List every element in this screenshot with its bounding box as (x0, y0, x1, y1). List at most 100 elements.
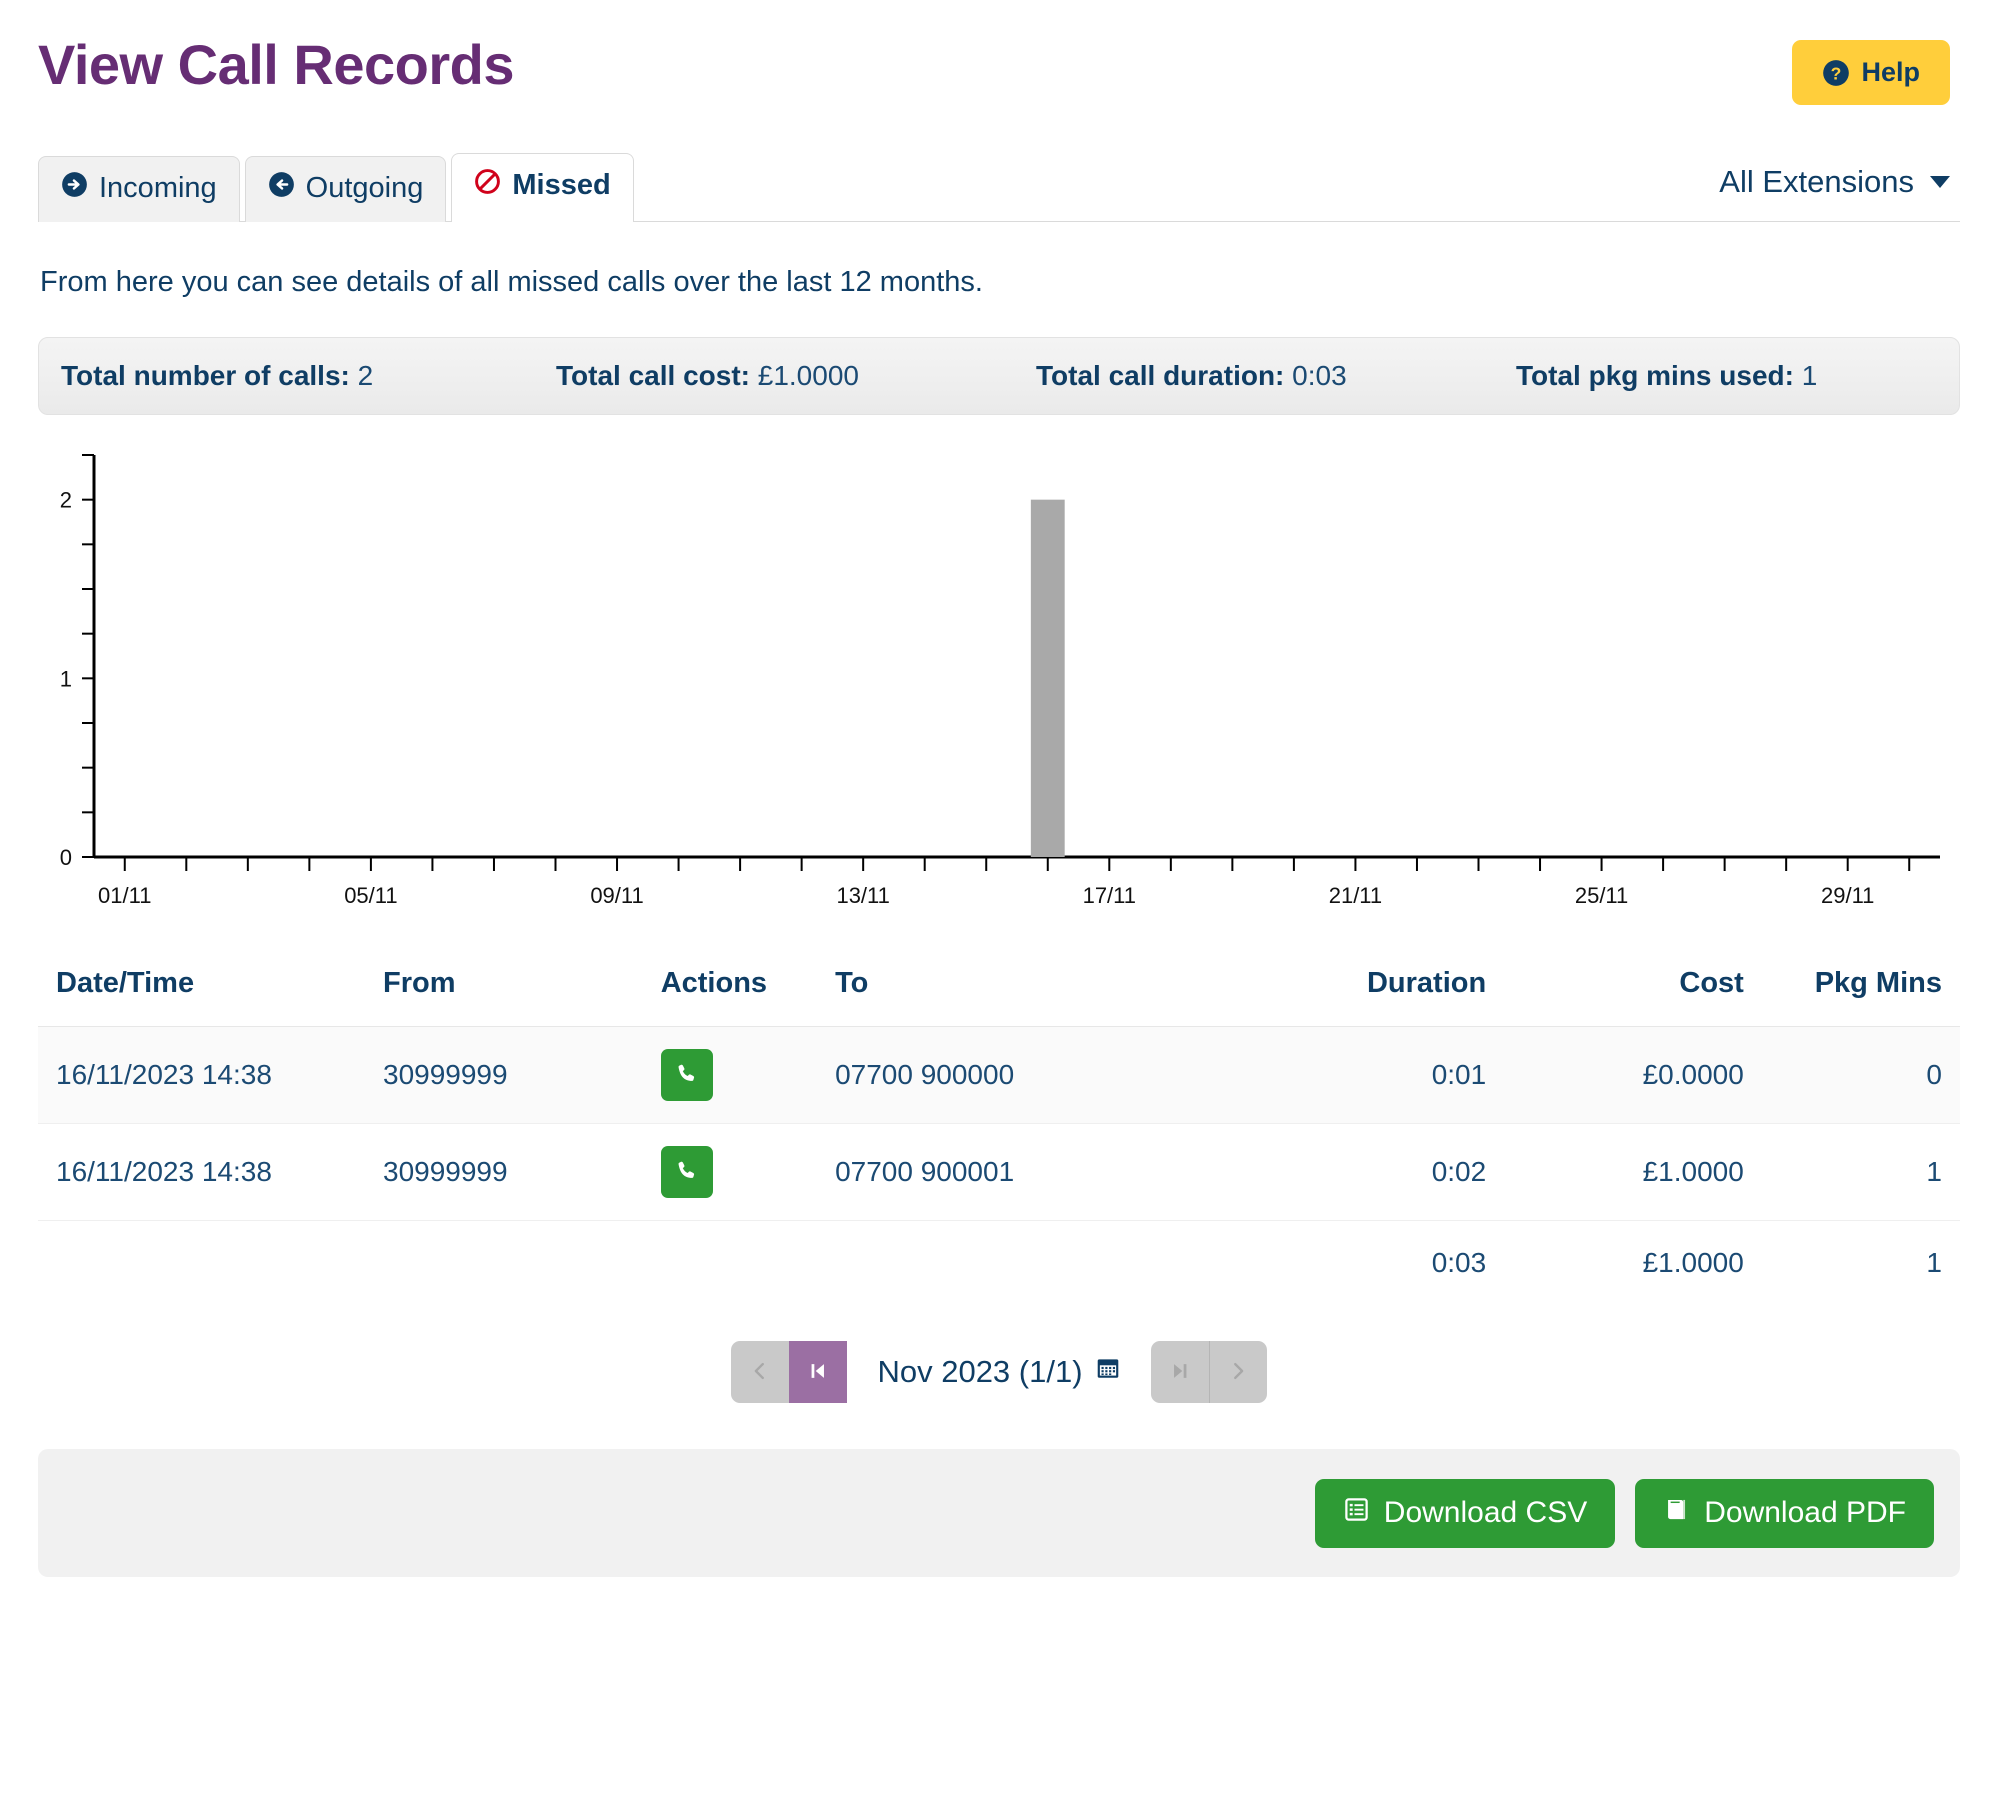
summary-total-calls-value: 2 (357, 360, 374, 392)
tab-outgoing[interactable]: Outgoing (244, 156, 447, 223)
tab-outgoing-label: Outgoing (305, 172, 424, 204)
cell-to: 07700 900001 (817, 1123, 1207, 1222)
column-header-to: To (817, 955, 1207, 1028)
summary-total-cost-value: £1.0000 (757, 360, 859, 392)
page-title: View Call Records (38, 33, 515, 96)
phone-icon (674, 1158, 700, 1187)
ban-icon (474, 168, 501, 203)
column-header-pkg-mins: Pkg Mins (1761, 955, 1960, 1028)
cell-pkg-mins: 1 (1761, 1123, 1960, 1222)
summary-total-cost-label: Total call cost: (556, 360, 750, 392)
cell-actions (642, 1123, 818, 1222)
chevron-down-icon (1930, 176, 1950, 189)
call-back-button[interactable] (660, 1146, 713, 1199)
cell-duration: 0:01 (1206, 1026, 1505, 1125)
pagination-page-label-wrap: Nov 2023 (1/1) (877, 1354, 1120, 1390)
summary-total-duration-value: 0:03 (1292, 360, 1347, 392)
svg-text:01/11: 01/11 (98, 883, 151, 908)
download-csv-label: Download CSV (1383, 1496, 1588, 1530)
tabs-bar: Incoming Outgoing Missed All Extensions (38, 153, 1960, 224)
page-header: View Call Records ? Help (38, 0, 1960, 105)
summary-total-duration-label: Total call duration: (1036, 360, 1285, 392)
question-circle-icon: ? (1822, 59, 1850, 87)
cell-from: 30999999 (365, 1026, 643, 1125)
svg-text:0: 0 (60, 845, 72, 870)
download-pdf-label: Download PDF (1704, 1496, 1906, 1530)
tab-missed[interactable]: Missed (451, 153, 634, 224)
svg-text:29/11: 29/11 (1821, 883, 1874, 908)
download-panel: Download CSV Download PDF (38, 1449, 1960, 1578)
summary-total-calls: Total number of calls: 2 (61, 360, 556, 392)
pagination: Nov 2023 (1/1) (38, 1341, 1960, 1404)
book-icon (1663, 1496, 1690, 1531)
pagination-left-group (731, 1341, 848, 1404)
svg-text:17/11: 17/11 (1083, 883, 1136, 908)
summary-total-cost: Total call cost: £1.0000 (556, 360, 1036, 392)
table-header-row: Date/Time From Actions To Duration Cost … (38, 955, 1960, 1028)
totals-cost: £1.0000 (1642, 1247, 1744, 1279)
chevron-right-icon (1227, 1357, 1249, 1388)
tab-incoming-label: Incoming (99, 172, 217, 204)
svg-text:05/11: 05/11 (344, 883, 397, 908)
step-backward-icon (807, 1358, 829, 1387)
pagination-next-button[interactable] (1208, 1341, 1267, 1404)
table-row: 16/11/2023 14:38 30999999 07700 900001 0… (38, 1123, 1960, 1222)
tab-missed-label: Missed (512, 169, 611, 201)
summary-bar: Total number of calls: 2 Total call cost… (38, 337, 1960, 416)
chevron-left-icon (749, 1357, 771, 1388)
cell-pkg-mins: 0 (1761, 1026, 1960, 1125)
arrow-circle-left-icon (268, 171, 295, 206)
column-header-from: From (365, 955, 643, 1028)
totals-spacer (38, 1221, 365, 1302)
svg-text:2: 2 (60, 488, 72, 513)
pagination-right-group (1150, 1341, 1267, 1404)
missed-calls-chart: 0 1 2 01/11 05/11 09/11 13/11 17/11 21/11 25/11 29… (38, 437, 1960, 917)
totals-pkg-mins: 1 (1926, 1247, 1942, 1279)
cell-to: 07700 900000 (817, 1026, 1207, 1125)
svg-text:21/11: 21/11 (1329, 883, 1382, 908)
totals-spacer (817, 1221, 1207, 1302)
cell-duration: 0:02 (1206, 1123, 1505, 1222)
extension-filter-dropdown[interactable]: All Extensions (1719, 164, 1950, 222)
svg-text:?: ? (1831, 63, 1842, 83)
cell-cost: £1.0000 (1504, 1123, 1762, 1222)
missed-calls-bar-chart: 0 1 2 01/11 05/11 09/11 13/11 17/11 21/11 25/11 29… (60, 454, 1940, 908)
cell-cost: £0.0000 (1504, 1026, 1762, 1125)
totals-spacer (365, 1221, 643, 1302)
summary-total-pkg-label: Total pkg mins used: (1516, 360, 1794, 392)
help-button[interactable]: ? Help (1792, 40, 1950, 105)
summary-total-calls-label: Total number of calls: (61, 360, 350, 392)
intro-text: From here you can see details of all mis… (40, 266, 983, 299)
svg-text:25/11: 25/11 (1575, 883, 1628, 908)
pagination-last-button[interactable] (1150, 1341, 1209, 1404)
column-header-cost: Cost (1504, 955, 1762, 1028)
column-header-duration: Duration (1206, 955, 1505, 1028)
download-pdf-button[interactable]: Download PDF (1635, 1478, 1934, 1548)
calendar-icon[interactable] (1095, 1354, 1121, 1390)
step-forward-icon (1169, 1358, 1191, 1387)
totals-duration: 0:03 (1431, 1247, 1487, 1279)
pagination-prev-button[interactable] (731, 1341, 790, 1404)
tab-incoming[interactable]: Incoming (38, 156, 240, 223)
cell-datetime: 16/11/2023 14:38 (38, 1123, 365, 1222)
pagination-first-button[interactable] (789, 1341, 848, 1404)
table-totals-row: 0:03 £1.0000 1 (38, 1221, 1960, 1302)
help-button-label: Help (1861, 57, 1920, 87)
table-row: 16/11/2023 14:38 30999999 07700 900000 0… (38, 1026, 1960, 1125)
column-header-datetime: Date/Time (38, 955, 365, 1028)
call-records-page: View Call Records ? Help Incoming Outgoi… (0, 0, 1998, 1578)
svg-text:1: 1 (60, 667, 72, 692)
download-csv-button[interactable]: Download CSV (1314, 1478, 1616, 1548)
summary-total-duration: Total call duration: 0:03 (1036, 360, 1516, 392)
svg-text:13/11: 13/11 (836, 883, 889, 908)
phone-icon (674, 1061, 700, 1090)
chart-bar (1030, 500, 1065, 858)
column-header-actions: Actions (642, 955, 818, 1028)
extension-filter-label: All Extensions (1719, 164, 1914, 200)
svg-text:09/11: 09/11 (590, 883, 643, 908)
call-back-button[interactable] (660, 1049, 713, 1102)
tabs: Incoming Outgoing Missed (38, 153, 634, 224)
summary-total-pkg-mins: Total pkg mins used: 1 (1516, 360, 1937, 392)
cell-from: 30999999 (365, 1123, 643, 1222)
arrow-circle-right-icon (61, 171, 88, 206)
